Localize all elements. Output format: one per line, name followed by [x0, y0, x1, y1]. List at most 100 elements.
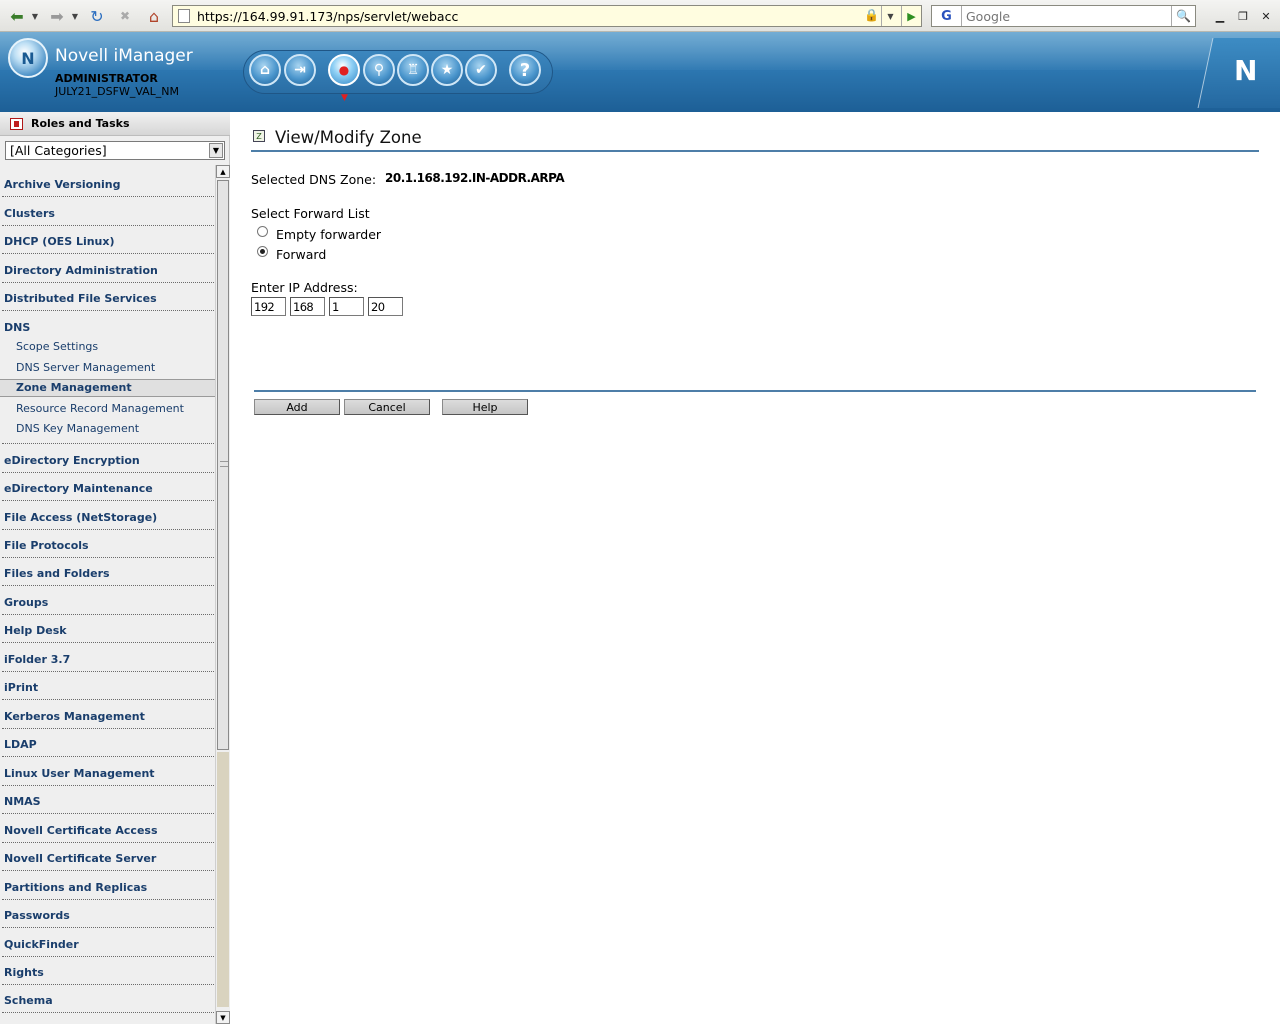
help-icon[interactable]: ?	[509, 54, 541, 86]
category-distributed-file-services[interactable]: Distributed File Services	[0, 292, 214, 312]
task-list-scrollbar[interactable]: ▲ ▼	[215, 165, 230, 1024]
view-objects-icon[interactable]: ⚲	[363, 54, 395, 86]
user-name: ADMINISTRATOR	[55, 72, 158, 85]
forward-arrow-icon[interactable]: ➡	[46, 5, 68, 27]
category-help-desk[interactable]: Help Desk	[0, 624, 214, 644]
radio-empty-forwarder[interactable]: Empty forwarder	[257, 226, 382, 242]
stop-icon[interactable]: ✖	[115, 5, 135, 27]
ip-octet-1-input[interactable]	[251, 297, 286, 316]
back-arrow-icon[interactable]: ⬅	[6, 5, 28, 27]
browser-toolbar: ⬅ ▼ ➡ ▼ ↻ ✖ ⌂ https://164.99.91.173/nps/…	[0, 0, 1280, 32]
category-archive-versioning[interactable]: Archive Versioning	[0, 178, 214, 198]
imanager-header: N Novell iManager ADMINISTRATOR JULY21_D…	[0, 32, 1280, 112]
zone-task-icon: Z	[253, 130, 265, 142]
scroll-track[interactable]	[217, 752, 229, 1007]
back-dropdown-icon[interactable]: ▼	[30, 5, 40, 27]
home-icon[interactable]: ⌂	[143, 5, 165, 27]
home-icon[interactable]: ⌂	[249, 54, 281, 86]
search-bar[interactable]: G 🔍	[931, 5, 1196, 27]
category-selected-value: [All Categories]	[10, 143, 107, 158]
exit-icon[interactable]: ⇥	[284, 54, 316, 86]
category-passwords[interactable]: Passwords	[0, 909, 214, 929]
chevron-down-icon[interactable]: ▼	[209, 143, 223, 158]
radio-button[interactable]	[257, 226, 268, 237]
category-dhcp[interactable]: DHCP (OES Linux)	[0, 235, 214, 255]
task-list: Archive Versioning Clusters DHCP (OES Li…	[0, 165, 215, 1024]
radio-label: Empty forwarder	[276, 227, 382, 242]
url-bar[interactable]: https://164.99.91.173/nps/servlet/webacc…	[172, 5, 922, 27]
category-ldap[interactable]: LDAP	[0, 738, 214, 758]
task-content: Z View/Modify Zone Selected DNS Zone: 20…	[231, 112, 1280, 1024]
url-dropdown-icon[interactable]: ▼	[881, 6, 899, 26]
search-input[interactable]	[962, 7, 1171, 25]
roles-tasks-header: Roles and Tasks	[0, 112, 230, 136]
radio-button-checked[interactable]	[257, 246, 268, 257]
tree-name: JULY21_DSFW_VAL_NM	[55, 85, 180, 98]
favorites-icon[interactable]: ★	[431, 54, 463, 86]
category-file-access[interactable]: File Access (NetStorage)	[0, 511, 214, 531]
category-iprint[interactable]: iPrint	[0, 681, 214, 701]
add-button[interactable]: Add	[254, 399, 340, 415]
roles-tasks-icon[interactable]: ●	[328, 54, 360, 86]
category-rights[interactable]: Rights	[0, 966, 214, 986]
url-text: https://164.99.91.173/nps/servlet/webacc	[197, 8, 459, 24]
category-novell-certificate-server[interactable]: Novell Certificate Server	[0, 852, 214, 872]
roles-tasks-panel: Roles and Tasks [All Categories] ▼ Archi…	[0, 112, 230, 1024]
radio-label: Forward	[276, 247, 327, 262]
category-schema[interactable]: Schema	[0, 994, 214, 1014]
reload-icon[interactable]: ↻	[86, 5, 108, 27]
magnifier-icon[interactable]: 🔍	[1171, 6, 1195, 26]
category-linux-user-management[interactable]: Linux User Management	[0, 767, 214, 787]
action-divider	[254, 390, 1256, 392]
radio-forward[interactable]: Forward	[257, 246, 327, 262]
page-icon	[178, 9, 190, 23]
category-edirectory-maintenance[interactable]: eDirectory Maintenance	[0, 482, 214, 502]
title-divider	[251, 150, 1259, 152]
category-novell-certificate-access[interactable]: Novell Certificate Access	[0, 824, 214, 844]
preferences-icon[interactable]: ✔	[465, 54, 497, 86]
forward-dropdown-icon[interactable]: ▼	[70, 5, 80, 27]
ip-octet-2-input[interactable]	[290, 297, 325, 316]
category-edirectory-encryption[interactable]: eDirectory Encryption	[0, 454, 214, 474]
scroll-thumb[interactable]	[217, 180, 229, 750]
zone-value: 20.1.168.192.IN-ADDR.ARPA	[385, 171, 565, 185]
category-file-protocols[interactable]: File Protocols	[0, 539, 214, 559]
category-quickfinder[interactable]: QuickFinder	[0, 938, 214, 958]
novell-logo-icon: N	[8, 38, 48, 78]
scroll-up-icon[interactable]: ▲	[216, 165, 230, 178]
category-groups[interactable]: Groups	[0, 596, 214, 616]
task-zone-management[interactable]: Zone Management	[16, 381, 132, 394]
active-marker-icon: ▼	[341, 93, 348, 103]
search-engine-icon[interactable]: G	[932, 6, 962, 26]
help-button[interactable]: Help	[442, 399, 528, 415]
lock-icon[interactable]: 🔒	[864, 8, 879, 22]
task-dns-server-management[interactable]: DNS Server Management	[16, 361, 155, 374]
restore-icon[interactable]: ❐	[1235, 8, 1251, 24]
cancel-button[interactable]: Cancel	[344, 399, 430, 415]
novell-brand-icon: N	[1234, 54, 1258, 87]
app-title: Novell iManager	[55, 46, 193, 66]
roles-tasks-title: Roles and Tasks	[31, 117, 130, 130]
category-ifolder[interactable]: iFolder 3.7	[0, 653, 214, 673]
category-kerberos-management[interactable]: Kerberos Management	[0, 710, 214, 730]
forward-list-label: Select Forward List	[251, 206, 370, 221]
category-dns[interactable]: DNS	[0, 321, 214, 341]
task-dns-key-management[interactable]: DNS Key Management	[16, 422, 139, 435]
task-scope-settings[interactable]: Scope Settings	[16, 340, 98, 353]
configure-icon[interactable]: ♖	[397, 54, 429, 86]
go-icon[interactable]: ▶	[901, 6, 921, 26]
category-partitions-and-replicas[interactable]: Partitions and Replicas	[0, 881, 214, 901]
category-directory-administration[interactable]: Directory Administration	[0, 264, 214, 284]
page-title: View/Modify Zone	[275, 128, 422, 147]
ip-octet-4-input[interactable]	[368, 297, 403, 316]
category-select[interactable]: [All Categories] ▼	[5, 141, 225, 160]
category-clusters[interactable]: Clusters	[0, 207, 214, 227]
minimize-icon[interactable]: ▁	[1212, 8, 1228, 24]
ip-octet-3-input[interactable]	[329, 297, 364, 316]
collapse-panel-icon[interactable]	[10, 118, 23, 130]
task-resource-record-management[interactable]: Resource Record Management	[16, 402, 184, 415]
close-icon[interactable]: ✕	[1258, 8, 1274, 24]
category-files-and-folders[interactable]: Files and Folders	[0, 567, 214, 587]
scroll-down-icon[interactable]: ▼	[216, 1011, 230, 1024]
category-nmas[interactable]: NMAS	[0, 795, 214, 815]
